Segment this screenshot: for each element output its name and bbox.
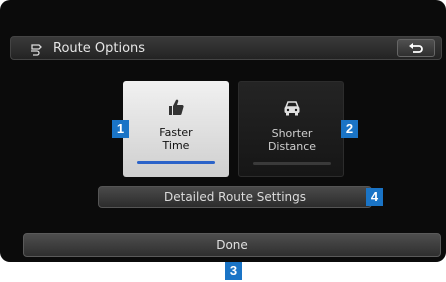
option-label-line2: Distance xyxy=(267,140,317,153)
callout-badge-1: 1 xyxy=(112,120,129,138)
unselected-indicator-bar xyxy=(253,162,331,165)
thumbs-up-icon xyxy=(169,99,184,115)
selected-indicator-bar xyxy=(137,161,215,164)
done-button[interactable]: Done xyxy=(23,233,441,257)
callout-badge-4: 4 xyxy=(366,188,383,206)
detailed-route-settings-label: Detailed Route Settings xyxy=(163,190,307,204)
back-arrow-icon xyxy=(409,43,423,53)
route-options-screen: Route Options Faster Time Shorter Distan… xyxy=(0,0,446,262)
back-button[interactable] xyxy=(397,39,435,57)
page-title: Route Options xyxy=(53,41,146,56)
option-label-line1: Faster xyxy=(159,126,193,139)
detailed-route-settings-button[interactable]: Detailed Route Settings xyxy=(98,186,372,208)
shorter-distance-option[interactable]: Shorter Distance xyxy=(238,81,344,177)
faster-time-option[interactable]: Faster Time xyxy=(123,81,229,177)
callout-badge-2: 2 xyxy=(341,120,358,138)
callout-badge-3: 3 xyxy=(225,262,242,280)
title-bar: Route Options xyxy=(10,36,442,60)
done-label: Done xyxy=(216,238,248,252)
route-options-icon xyxy=(31,44,42,56)
option-label-line1: Shorter xyxy=(271,127,313,140)
option-label-line2: Time xyxy=(162,139,190,152)
car-icon xyxy=(284,101,300,116)
